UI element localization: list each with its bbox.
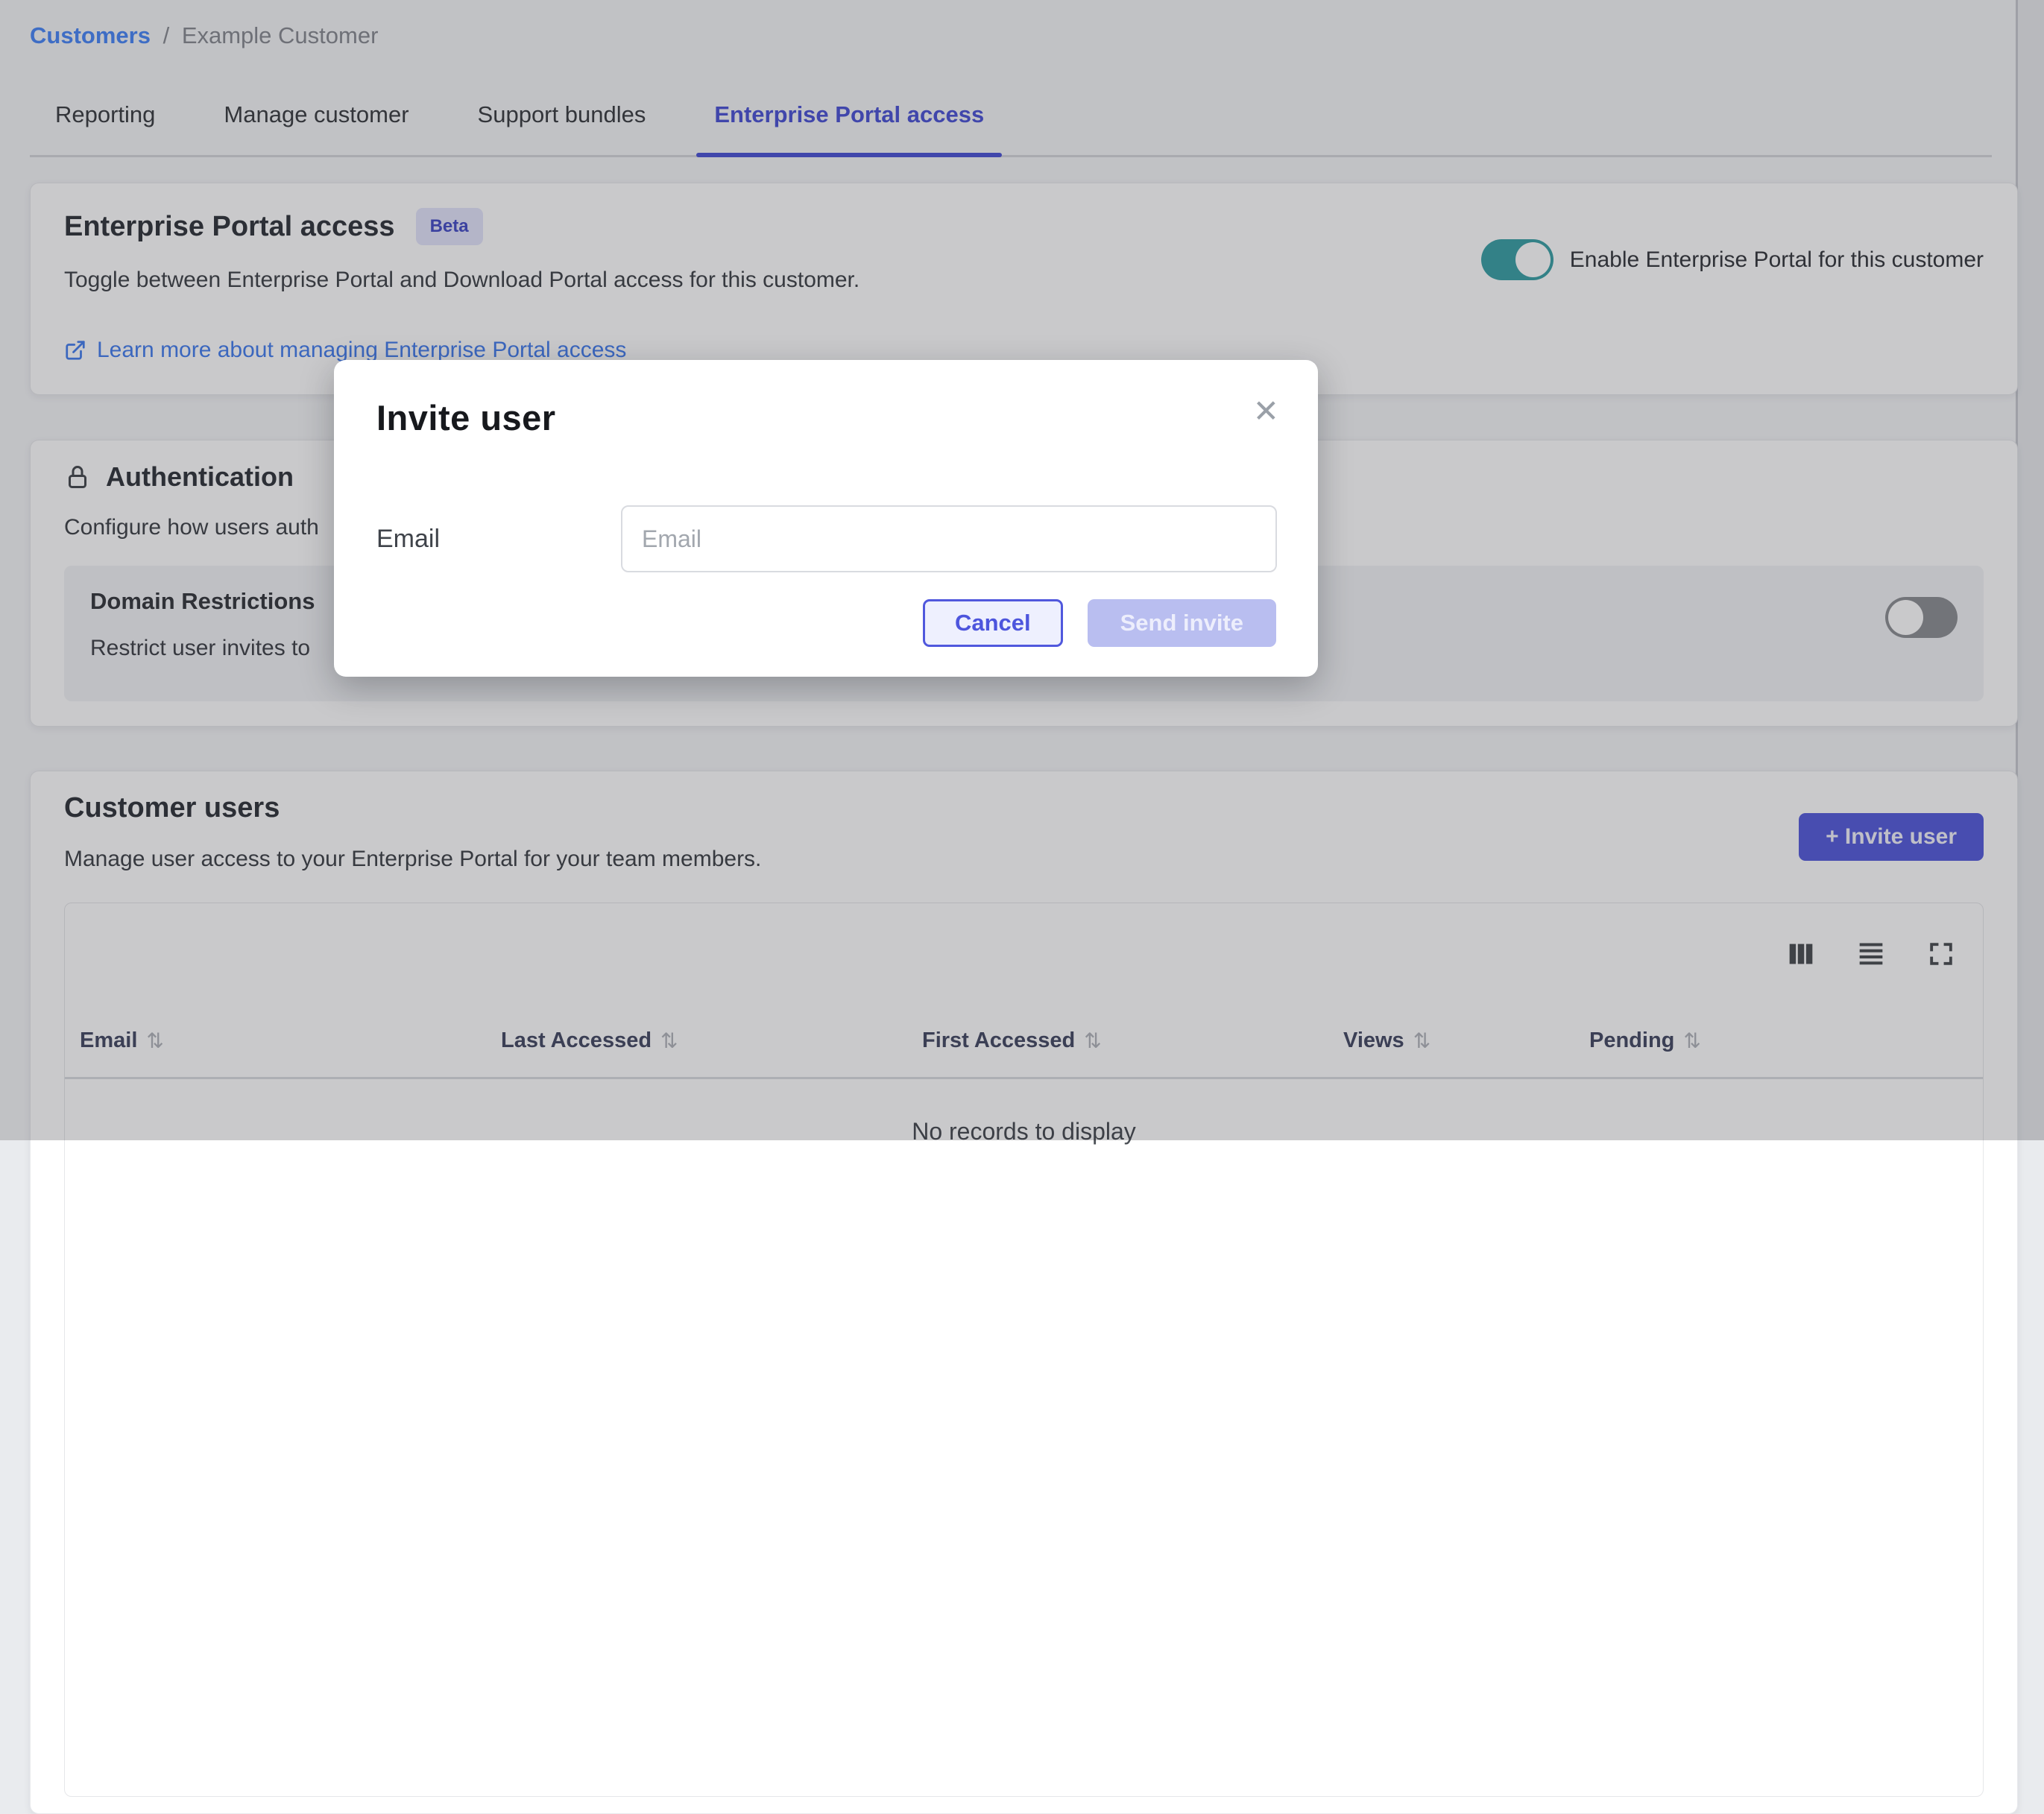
modal-title: Invite user [376, 397, 1275, 438]
send-invite-button[interactable]: Send invite [1088, 599, 1276, 647]
cancel-button[interactable]: Cancel [923, 599, 1063, 647]
invite-user-modal: Invite user ✕ Email Cancel Send invite [334, 360, 1318, 677]
close-icon[interactable]: ✕ [1253, 396, 1279, 427]
email-field-row: Email [376, 505, 1281, 572]
email-input[interactable] [621, 505, 1277, 572]
modal-actions: Cancel Send invite [923, 599, 1276, 647]
email-field-label: Email [376, 525, 621, 554]
